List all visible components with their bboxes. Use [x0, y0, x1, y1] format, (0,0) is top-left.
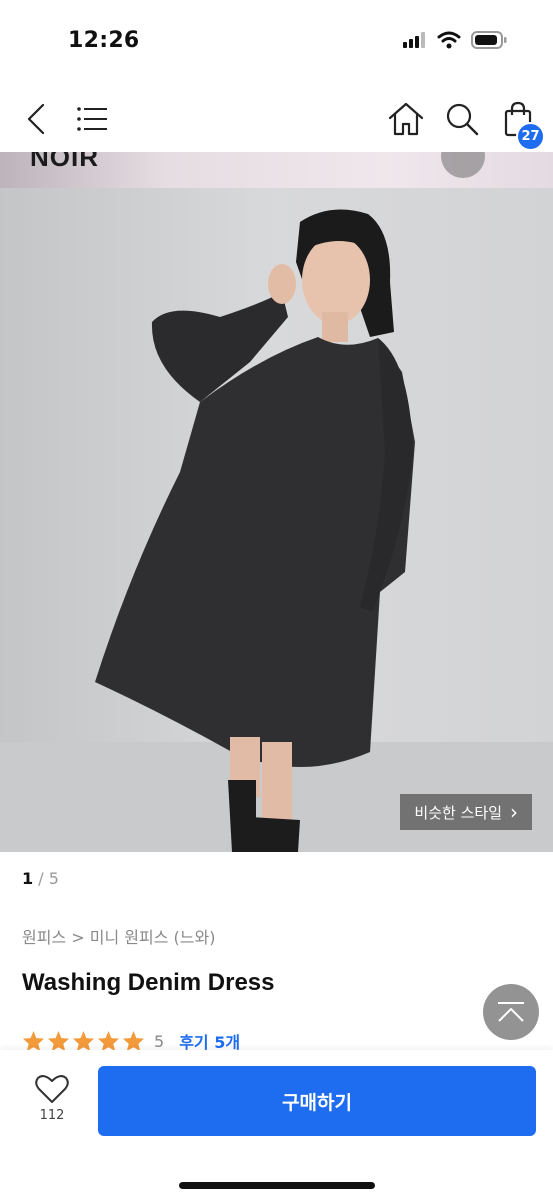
search-button[interactable] [440, 86, 484, 152]
rating-stars [22, 1030, 145, 1052]
scroll-top-icon [498, 1002, 524, 1022]
similar-style-button[interactable]: 비슷한 스타일 › [400, 794, 532, 830]
product-image[interactable]: NOIR 비슷한 스타일 › [0, 152, 553, 852]
price-fragment [498, 152, 503, 164]
heart-icon [35, 1075, 69, 1103]
menu-button[interactable] [72, 86, 112, 152]
back-icon [27, 103, 45, 135]
like-button[interactable]: 112 [22, 1074, 82, 1134]
search-icon [446, 103, 479, 136]
home-icon [388, 102, 424, 136]
home-indicator [179, 1182, 375, 1189]
status-icons [403, 31, 507, 49]
status-time: 12:26 [68, 28, 140, 53]
product-photo [0, 152, 553, 852]
back-button[interactable] [16, 86, 56, 152]
star-icon [72, 1030, 95, 1052]
cart-count-badge: 27 [516, 122, 545, 151]
battery-icon [471, 31, 507, 49]
pager-total: 5 [48, 869, 59, 888]
buy-button[interactable]: 구매하기 [98, 1066, 536, 1136]
brand-logo: NOIR [30, 152, 99, 172]
star-icon [122, 1030, 145, 1052]
pager-separator: / [33, 869, 49, 888]
signal-icon [403, 32, 425, 48]
image-pager: 1 / 5 [22, 869, 59, 888]
status-bar: 12:26 [0, 0, 553, 80]
star-icon [47, 1030, 70, 1052]
home-button[interactable] [384, 86, 428, 152]
bottom-bar: 112 구매하기 [0, 1050, 553, 1200]
star-icon [22, 1030, 45, 1052]
star-icon [97, 1030, 120, 1052]
product-title: Washing Denim Dress [22, 969, 275, 996]
nav-bar: 27 [0, 86, 553, 152]
wifi-icon [437, 31, 461, 49]
similar-style-label: 비슷한 스타일 [414, 803, 502, 822]
pager-current: 1 [22, 869, 34, 888]
chevron-right-icon: › [510, 800, 518, 824]
menu-icon [77, 107, 107, 131]
scroll-top-button[interactable] [483, 984, 539, 1040]
wish-circle [441, 152, 485, 178]
rating-score: 5 [154, 1031, 165, 1051]
brand-strip: NOIR [0, 152, 553, 188]
breadcrumb[interactable]: 원피스 > 미니 원피스 (느와) [22, 924, 215, 948]
like-count: 112 [39, 1108, 65, 1123]
